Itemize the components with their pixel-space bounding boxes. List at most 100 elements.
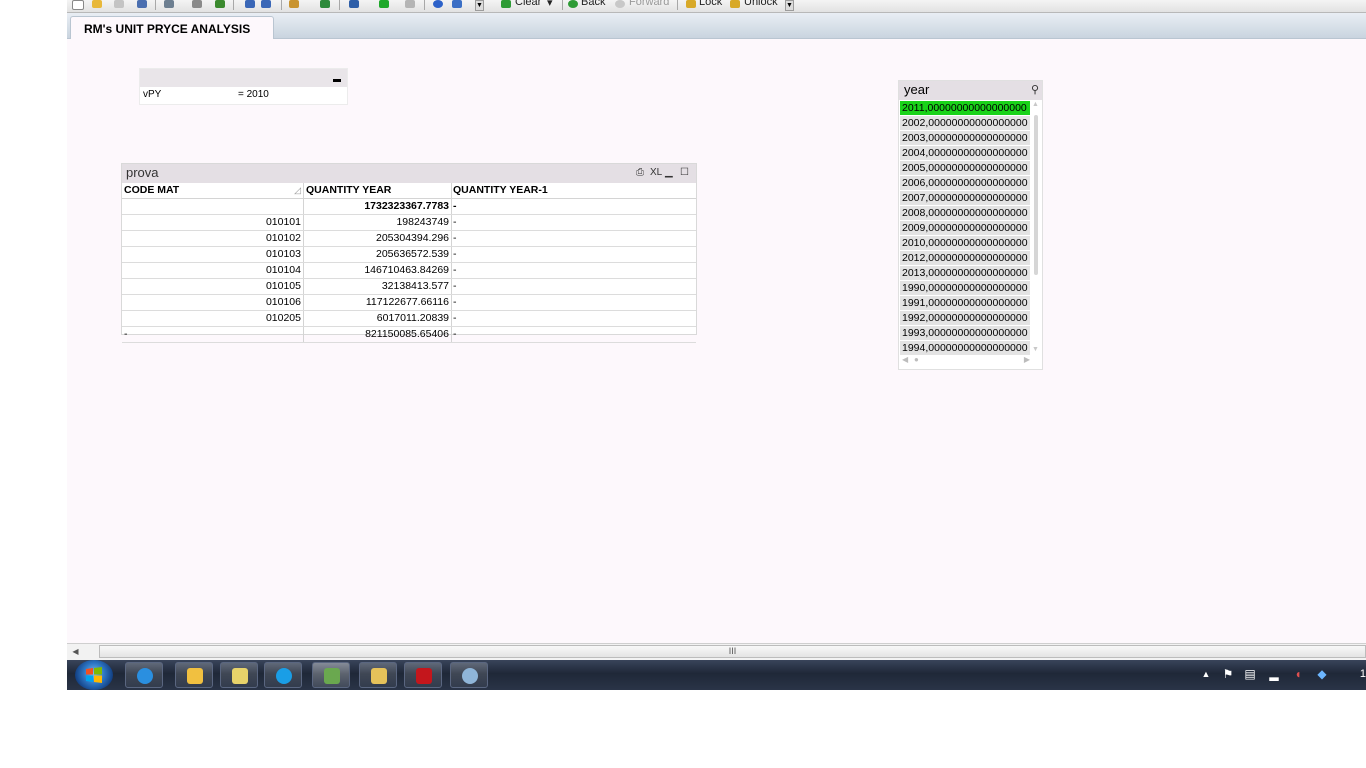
scroll-down-arrow-icon[interactable]: ▼ — [1032, 346, 1039, 353]
list-item-selected[interactable]: 2011,00000000000000000 — [900, 101, 1030, 115]
column-header-code-mat[interactable]: CODE MAT ◿ — [122, 183, 304, 198]
table-row[interactable]: 010105 32138413.577 - — [122, 279, 696, 295]
table-row[interactable]: 010205 6017011.20839 - — [122, 311, 696, 327]
taskbar-qlikview[interactable] — [312, 662, 350, 688]
table-row[interactable]: 010102 205304394.296 - — [122, 231, 696, 247]
minimize-icon[interactable]: ▁ — [665, 167, 673, 178]
dropbox-icon[interactable]: ◆ — [1316, 668, 1328, 680]
table-cell[interactable]: 010106 — [122, 295, 304, 310]
taskbar-paint[interactable] — [450, 662, 488, 688]
search-icon[interactable]: ⚲ — [1031, 83, 1039, 96]
clock[interactable]: 1 — [1360, 668, 1366, 680]
open-folder-icon[interactable] — [92, 0, 102, 8]
bookmark-icon[interactable] — [379, 0, 389, 8]
lock-button[interactable]: Lock — [699, 0, 722, 8]
taskbar-file-explorer[interactable] — [359, 662, 397, 688]
network-signal-icon[interactable]: ▂ — [1268, 668, 1280, 680]
search-icon[interactable] — [289, 0, 299, 8]
list-item[interactable]: 1990,00000000000000000 — [900, 281, 1030, 295]
back-button[interactable]: Back — [581, 0, 605, 8]
undo-icon[interactable] — [245, 0, 255, 8]
scroll-right-arrow-icon[interactable]: ▶ — [1024, 355, 1030, 364]
sheet-tab-bar: RM's UNIT PRYCE ANALYSIS — [67, 13, 1366, 39]
list-box-horizontal-scrollbar[interactable]: ◀ ● ▶ — [902, 355, 1030, 365]
start-button[interactable] — [75, 660, 113, 690]
scrollbar-thumb[interactable]: III — [99, 645, 1366, 658]
list-item[interactable]: 1993,00000000000000000 — [900, 326, 1030, 340]
list-item[interactable]: 2004,00000000000000000 — [900, 146, 1030, 160]
forward-button[interactable]: Forward — [629, 0, 669, 8]
list-item[interactable]: 1991,00000000000000000 — [900, 296, 1030, 310]
table-cell[interactable]: 010104 — [122, 263, 304, 278]
taskbar-outlook[interactable] — [175, 662, 213, 688]
unlock-button[interactable]: Unlock — [744, 0, 778, 8]
input-box-row[interactable]: vPY = 2010 — [140, 87, 347, 103]
list-item[interactable]: 1994,00000000000000000 — [900, 341, 1030, 355]
volume-muted-icon[interactable]: ◖ — [1292, 668, 1304, 680]
device-icon[interactable]: ▤ — [1244, 668, 1256, 680]
table-row[interactable]: 010104 146710463.84269 - — [122, 263, 696, 279]
column-header-label: CODE MAT — [124, 184, 180, 196]
table-cell[interactable]: 010102 — [122, 231, 304, 246]
list-item[interactable]: 2013,00000000000000000 — [900, 266, 1030, 280]
list-box-vertical-scrollbar[interactable]: ▲ ▼ — [1032, 101, 1040, 353]
reload-icon[interactable] — [114, 0, 124, 8]
table-cell[interactable]: - — [122, 327, 304, 342]
list-item[interactable]: 2008,00000000000000000 — [900, 206, 1030, 220]
send-to-excel-icon[interactable]: XL — [650, 167, 662, 178]
scroll-left-arrow-icon[interactable]: ◀ — [67, 644, 84, 660]
table-row[interactable]: 010103 205636572.539 - — [122, 247, 696, 263]
list-item[interactable]: 2010,00000000000000000 — [900, 236, 1030, 250]
taskbar-file-transfer[interactable] — [220, 662, 258, 688]
toolbar-overflow-dropdown[interactable]: ▼ — [475, 0, 484, 11]
toolbar-overflow-dropdown[interactable]: ▼ — [785, 0, 794, 11]
table-row[interactable]: - 821150085.65406 - — [122, 327, 696, 343]
list-item[interactable]: 2007,00000000000000000 — [900, 191, 1030, 205]
table-row[interactable]: 010106 117122677.66116 - — [122, 295, 696, 311]
print-icon[interactable]: ⎙ — [636, 167, 644, 178]
redo-icon[interactable] — [261, 0, 271, 8]
minimize-icon[interactable] — [333, 79, 341, 82]
table-cell[interactable]: 010101 — [122, 215, 304, 230]
taskbar-acrobat[interactable] — [404, 662, 442, 688]
list-item[interactable]: 2012,00000000000000000 — [900, 251, 1030, 265]
save-icon[interactable] — [137, 0, 147, 8]
show-hidden-icons-icon[interactable]: ▲ — [1200, 668, 1212, 680]
table-row[interactable]: 010101 198243749 - — [122, 215, 696, 231]
sheet-tab[interactable]: RM's UNIT PRYCE ANALYSIS — [70, 16, 274, 39]
list-item[interactable]: 2002,00000000000000000 — [900, 116, 1030, 130]
help-icon[interactable] — [433, 0, 443, 8]
taskbar-internet-explorer[interactable] — [125, 662, 163, 688]
scrollbar-thumb[interactable]: ● — [914, 355, 919, 364]
table-cell[interactable]: 010105 — [122, 279, 304, 294]
layout-icon[interactable] — [405, 0, 415, 8]
scroll-up-arrow-icon[interactable]: ▲ — [1032, 101, 1039, 108]
list-item[interactable]: 2003,00000000000000000 — [900, 131, 1030, 145]
chart-icon[interactable] — [349, 0, 359, 8]
export-icon[interactable] — [215, 0, 225, 8]
action-center-flag-icon[interactable]: ⚑ — [1222, 668, 1234, 680]
clear-button[interactable]: Clear — [515, 0, 541, 8]
variable-name: vPY — [143, 89, 162, 100]
list-item[interactable]: 2006,00000000000000000 — [900, 176, 1030, 190]
toolbar-separator — [233, 0, 234, 10]
list-item[interactable]: 2009,00000000000000000 — [900, 221, 1030, 235]
clear-dropdown-arrow[interactable]: ▾ — [547, 0, 553, 9]
column-header-quantity-year-1[interactable]: QUANTITY YEAR-1 — [452, 183, 696, 198]
table-cell[interactable]: 010205 — [122, 311, 304, 326]
table-cell[interactable]: 010103 — [122, 247, 304, 262]
sheet-horizontal-scrollbar[interactable]: ◀ III — [67, 643, 1366, 661]
table-icon[interactable] — [320, 0, 330, 8]
print-icon[interactable] — [164, 0, 174, 8]
pointer-help-icon[interactable] — [452, 0, 462, 8]
print-pdf-icon[interactable] — [192, 0, 202, 8]
variable-value[interactable]: = 2010 — [238, 87, 269, 103]
column-header-quantity-year[interactable]: QUANTITY YEAR — [304, 183, 452, 198]
new-document-icon[interactable] — [72, 0, 84, 10]
maximize-icon[interactable]: ☐ — [680, 167, 689, 178]
list-item[interactable]: 2005,00000000000000000 — [900, 161, 1030, 175]
scroll-left-arrow-icon[interactable]: ◀ — [902, 355, 908, 364]
scrollbar-thumb[interactable] — [1034, 115, 1038, 275]
list-item[interactable]: 1992,00000000000000000 — [900, 311, 1030, 325]
taskbar-skype[interactable] — [264, 662, 302, 688]
